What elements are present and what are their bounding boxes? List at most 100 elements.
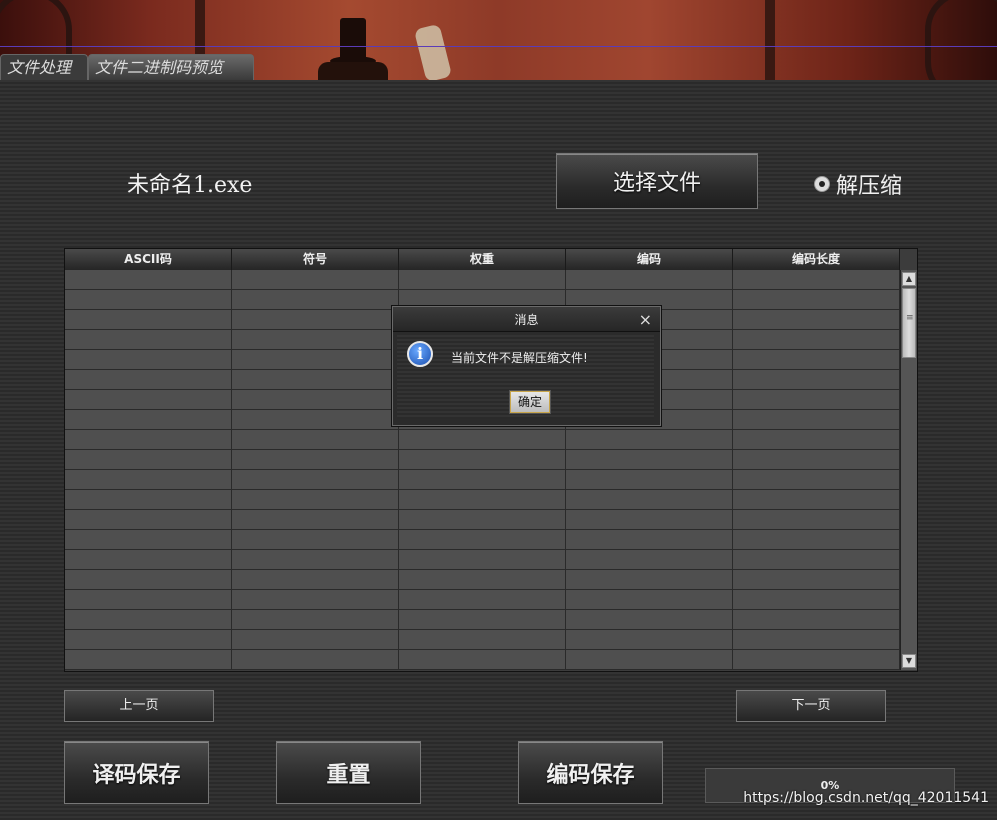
table-cell[interactable] [399,270,566,289]
column-ascii[interactable]: ASCII码 [65,249,232,270]
decompress-radio[interactable]: 解压缩 [814,168,902,200]
table-cell[interactable] [399,590,566,609]
select-file-button[interactable]: 选择文件 [556,153,758,209]
table-cell[interactable] [232,590,399,609]
table-row[interactable] [65,590,900,610]
table-cell[interactable] [566,450,733,469]
column-weight[interactable]: 权重 [399,249,566,270]
table-cell[interactable] [232,550,399,569]
table-cell[interactable] [733,650,900,669]
table-row[interactable] [65,630,900,650]
table-cell[interactable] [65,490,232,509]
encode-save-button[interactable]: 编码保存 [518,741,663,804]
table-row[interactable] [65,470,900,490]
table-row[interactable] [65,570,900,590]
table-cell[interactable] [733,430,900,449]
table-row[interactable] [65,610,900,630]
table-cell[interactable] [65,570,232,589]
table-cell[interactable] [65,550,232,569]
table-cell[interactable] [566,590,733,609]
prev-page-button[interactable]: 上一页 [64,690,214,722]
column-symbol[interactable]: 符号 [232,249,399,270]
table-row[interactable] [65,530,900,550]
table-row[interactable] [65,490,900,510]
table-cell[interactable] [733,630,900,649]
column-code[interactable]: 编码 [566,249,733,270]
table-row[interactable] [65,650,900,670]
table-cell[interactable] [566,270,733,289]
table-cell[interactable] [65,370,232,389]
table-cell[interactable] [733,330,900,349]
table-cell[interactable] [566,490,733,509]
table-cell[interactable] [65,530,232,549]
table-cell[interactable] [733,550,900,569]
radio-selected-icon[interactable] [814,176,830,192]
column-code-length[interactable]: 编码长度 [733,249,900,270]
ok-button[interactable]: 确定 [510,391,550,413]
table-cell[interactable] [65,410,232,429]
table-cell[interactable] [65,330,232,349]
table-cell[interactable] [65,390,232,409]
table-cell[interactable] [232,290,399,309]
table-cell[interactable] [232,470,399,489]
table-cell[interactable] [232,430,399,449]
table-cell[interactable] [65,270,232,289]
table-cell[interactable] [232,610,399,629]
tab-file-processing[interactable]: 文件处理 [0,54,88,80]
table-row[interactable] [65,430,900,450]
table-cell[interactable] [399,430,566,449]
table-cell[interactable] [65,470,232,489]
table-cell[interactable] [733,410,900,429]
table-cell[interactable] [399,630,566,649]
table-cell[interactable] [232,530,399,549]
table-row[interactable] [65,510,900,530]
table-cell[interactable] [232,410,399,429]
table-cell[interactable] [566,430,733,449]
table-cell[interactable] [232,450,399,469]
table-cell[interactable] [232,490,399,509]
table-cell[interactable] [232,570,399,589]
table-cell[interactable] [566,630,733,649]
table-cell[interactable] [232,330,399,349]
table-cell[interactable] [65,430,232,449]
table-cell[interactable] [733,510,900,529]
table-cell[interactable] [399,490,566,509]
table-cell[interactable] [232,390,399,409]
table-cell[interactable] [733,270,900,289]
table-scrollbar[interactable]: ▲ ▼ [900,270,917,670]
table-cell[interactable] [399,470,566,489]
table-cell[interactable] [399,530,566,549]
next-page-button[interactable]: 下一页 [736,690,886,722]
table-cell[interactable] [733,470,900,489]
table-cell[interactable] [65,510,232,529]
table-row[interactable] [65,270,900,290]
table-cell[interactable] [733,490,900,509]
table-cell[interactable] [65,590,232,609]
scroll-thumb[interactable] [902,288,916,358]
table-cell[interactable] [566,650,733,669]
table-cell[interactable] [232,350,399,369]
close-icon[interactable]: × [639,307,652,333]
table-cell[interactable] [65,450,232,469]
table-cell[interactable] [733,530,900,549]
decode-save-button[interactable]: 译码保存 [64,741,209,804]
table-cell[interactable] [733,310,900,329]
table-cell[interactable] [232,270,399,289]
table-cell[interactable] [232,630,399,649]
table-cell[interactable] [399,610,566,629]
table-cell[interactable] [566,470,733,489]
table-cell[interactable] [733,610,900,629]
table-cell[interactable] [566,510,733,529]
table-cell[interactable] [65,610,232,629]
table-cell[interactable] [65,650,232,669]
table-cell[interactable] [65,310,232,329]
table-cell[interactable] [733,450,900,469]
table-cell[interactable] [399,650,566,669]
table-cell[interactable] [65,630,232,649]
scroll-down-icon[interactable]: ▼ [902,654,916,668]
table-cell[interactable] [733,370,900,389]
table-cell[interactable] [733,590,900,609]
table-cell[interactable] [65,350,232,369]
table-cell[interactable] [733,390,900,409]
table-row[interactable] [65,550,900,570]
